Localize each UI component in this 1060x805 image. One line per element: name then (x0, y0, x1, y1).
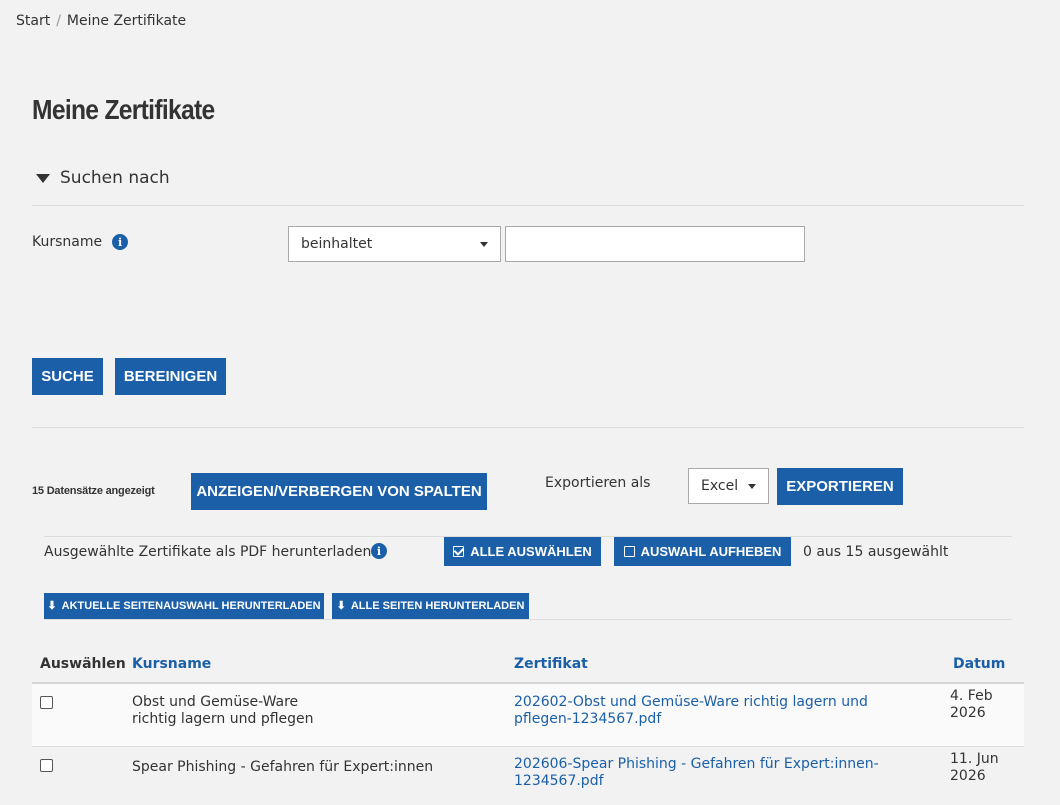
breadcrumb: Start / Meine Zertifikate (16, 13, 186, 29)
select-all-label: ALLE AUSWÄHLEN (470, 544, 592, 559)
download-current-page-label: AKTUELLE SEITENAUSWAHL HERUNTERLADEN (61, 600, 321, 612)
certificate-link[interactable]: 202602-Obst und Gemüse-Ware richtig lage… (514, 694, 868, 728)
export-format-value: Excel (701, 478, 739, 494)
course-filter-label-row: Kursname i (32, 234, 129, 250)
divider (32, 427, 1024, 428)
column-header-certificate[interactable]: Zertifikat (514, 656, 588, 672)
search-toggle[interactable]: Suchen nach (36, 168, 170, 188)
course-name: Spear Phishing - Gefahren für Expert:inn… (132, 759, 434, 775)
caret-down-icon (748, 483, 757, 489)
breadcrumb-separator: / (56, 13, 61, 29)
page-title: Meine Zertifikate (32, 94, 215, 125)
row-select-checkbox[interactable] (40, 759, 53, 772)
course-search-input[interactable] (505, 226, 805, 262)
breadcrumb-current: Meine Zertifikate (66, 13, 187, 29)
caret-down-icon (480, 241, 488, 247)
download-icon: ⬇ (336, 599, 346, 612)
download-icon: ⬇ (47, 599, 57, 612)
divider (44, 619, 1012, 620)
operator-select-value: beinhaltet (301, 236, 373, 252)
checkbox-empty-icon (623, 546, 635, 557)
records-count: 15 Datensätze angezeigt (32, 485, 155, 497)
column-header-select: Auswählen (40, 656, 126, 672)
search-button[interactable]: SUCHE (32, 358, 103, 395)
info-icon[interactable]: i (112, 234, 129, 250)
deselect-all-label: AUSWAHL AUFHEBEN (640, 544, 782, 559)
search-toggle-label: Suchen nach (60, 168, 170, 188)
toggle-columns-button[interactable]: ANZEIGEN/VERBERGEN VON SPALTEN (191, 473, 487, 510)
export-format-select[interactable]: Excel (688, 468, 769, 504)
download-all-pages-label: ALLE SEITEN HERUNTERLADEN (350, 600, 525, 612)
triangle-down-icon (36, 173, 50, 183)
course-name: Obst und Gemüse-Ware richtig lagern und … (132, 694, 314, 727)
checkbox-checked-icon (453, 546, 465, 557)
clear-button[interactable]: BEREINIGEN (115, 358, 226, 395)
download-all-pages-button[interactable]: ⬇ ALLE SEITEN HERUNTERLADEN (332, 593, 529, 619)
info-icon[interactable]: i (371, 543, 387, 559)
row-select-checkbox[interactable] (40, 696, 53, 709)
breadcrumb-home-link[interactable]: Start (16, 13, 50, 29)
export-button[interactable]: EXPORTIEREN (777, 468, 903, 505)
column-header-date[interactable]: Datum (953, 656, 1005, 672)
course-filter-label: Kursname (32, 234, 103, 250)
export-label: Exportieren als (545, 475, 651, 491)
select-all-button[interactable]: ALLE AUSWÄHLEN (444, 537, 601, 566)
divider (32, 205, 1024, 206)
certificate-date: 4. Feb 2026 (950, 688, 993, 721)
certificate-link[interactable]: 202606-Spear Phishing - Gefahren für Exp… (514, 756, 879, 790)
column-header-course[interactable]: Kursname (132, 656, 211, 672)
certificate-date: 11. Jun 2026 (950, 751, 999, 784)
download-label: Ausgewählte Zertifikate als PDF herunter… (44, 544, 372, 560)
selected-count: 0 aus 15 ausgewählt (803, 544, 949, 560)
operator-select[interactable]: beinhaltet (288, 226, 501, 262)
download-current-page-button[interactable]: ⬇ AKTUELLE SEITENAUSWAHL HERUNTERLADEN (44, 593, 324, 619)
deselect-all-button[interactable]: AUSWAHL AUFHEBEN (614, 537, 791, 566)
